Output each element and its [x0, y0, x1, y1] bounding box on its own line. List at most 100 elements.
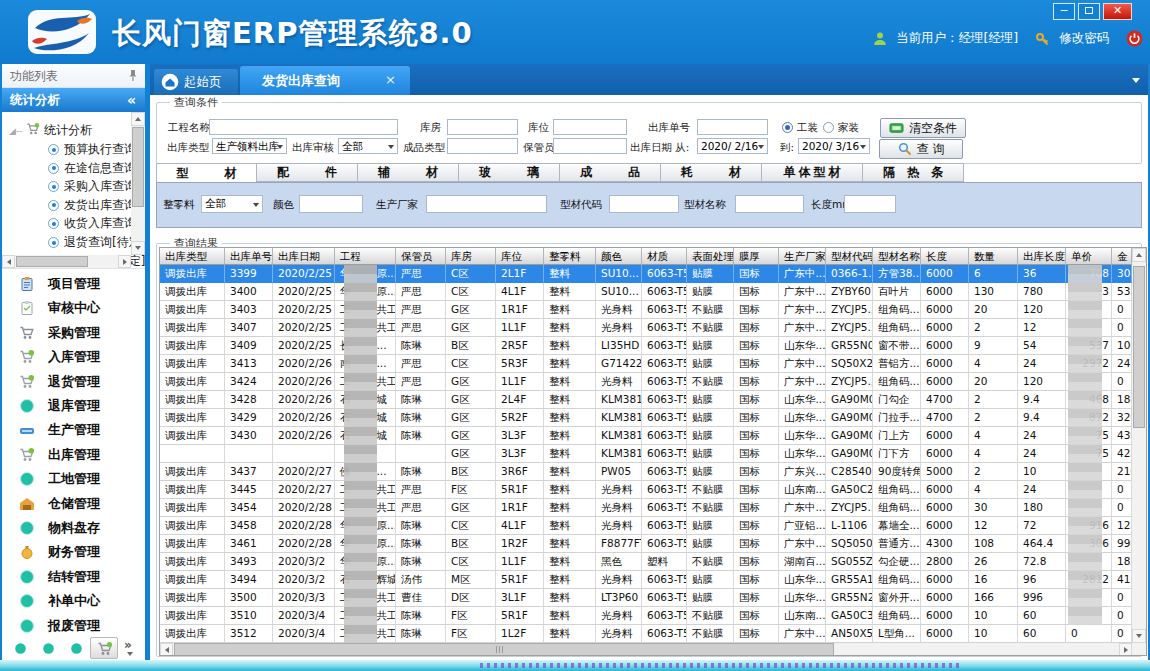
column-header[interactable]: 材质: [642, 248, 687, 265]
column-header[interactable]: 库房: [446, 248, 496, 265]
table-row[interactable]: 调拨出库34372020/2/27佛...陈琳B区3R6F整料PW056063-…: [160, 463, 1132, 481]
sidebar-item-10[interactable]: 仓储管理: [2, 492, 145, 516]
material-tab-2[interactable]: 配件: [257, 163, 358, 182]
sidebar-item-14[interactable]: 补单中心: [2, 589, 145, 613]
sidebar-item-5[interactable]: 退货管理: [2, 370, 145, 394]
material-tab-7[interactable]: 单体型材: [762, 163, 863, 182]
table-row[interactable]: 调拨出库34072020/2/25工共工程严思G区1L1F整料光身料6063-T…: [160, 319, 1132, 337]
name-input[interactable]: [735, 195, 804, 213]
search-button[interactable]: 查 询: [879, 139, 963, 159]
tree-item[interactable]: 预算执行查询: [48, 140, 136, 158]
sidebar-item-8[interactable]: 出库管理: [2, 443, 145, 467]
column-header[interactable]: 膜厚: [734, 248, 779, 265]
table-row[interactable]: 调拨出库34542020/2/28工共工程严思G区1R1F整料光身料6063-T…: [160, 499, 1132, 517]
table-row[interactable]: 调拨出库34932020/3/2华原...陈琳C区1L1F整料黑色塑料不贴膜国标…: [160, 553, 1132, 571]
table-row[interactable]: 调拨出库35002020/3/3工共工程曹佳D区3L1F整料LT3P606063…: [160, 589, 1132, 607]
sidebar-item-2[interactable]: 审核中心: [2, 296, 145, 320]
dot-icon[interactable]: [14, 642, 27, 655]
tab-list-dropdown-icon[interactable]: [1132, 78, 1140, 83]
sidebar-item-7[interactable]: 生产管理: [2, 418, 145, 442]
table-row[interactable]: 调拨出库35102020/3/4工共工程陈琳F区5R1F整料光身料6063-T5…: [160, 607, 1132, 625]
sidebar-group-header[interactable]: 统计分析«: [2, 88, 145, 112]
table-row[interactable]: 调拨出库33992020/2/25华原...严思C区2L1F整料SU10...6…: [160, 265, 1132, 283]
column-header[interactable]: 数量: [969, 248, 1018, 265]
column-header[interactable]: 颜色: [596, 248, 642, 265]
column-header[interactable]: 出库日期: [273, 248, 335, 265]
material-tab-5[interactable]: 成品: [560, 163, 661, 182]
change-password-link[interactable]: 修改密码: [1059, 30, 1109, 45]
pin-icon[interactable]: [127, 69, 139, 82]
mfr-input[interactable]: [426, 195, 547, 213]
table-row[interactable]: 调拨出库34612020/2/28华原...陈琳B区1R2F整料F8877FT6…: [160, 535, 1132, 553]
material-tab-4[interactable]: 玻璃: [459, 163, 560, 182]
column-header[interactable]: 表面处理: [687, 248, 734, 265]
table-row[interactable]: 调拨出库34132020/2/26南...严思C区5R3F整料G71422606…: [160, 355, 1132, 373]
tree-vscrollbar[interactable]: [131, 112, 145, 255]
whole-combo[interactable]: 全部: [201, 195, 263, 213]
maximize-button[interactable]: [1078, 3, 1100, 20]
table-row[interactable]: 调拨出库34092020/2/25长...陈琳B区2R5F整料LI35HD606…: [160, 337, 1132, 355]
radio-jiazhuang[interactable]: [823, 122, 834, 133]
code-input[interactable]: [609, 195, 679, 213]
tab-active[interactable]: 发货出库查询 ×: [240, 66, 410, 95]
sidebar-item-3[interactable]: 采购管理: [2, 321, 145, 345]
dot-icon[interactable]: [42, 642, 55, 655]
column-header[interactable]: 出库单号: [225, 248, 273, 265]
splitter[interactable]: [145, 64, 150, 660]
radio-jiazhuang-label[interactable]: 家装: [838, 119, 859, 135]
date-to-picker[interactable]: 2020/ 3/16: [798, 138, 870, 154]
table-row[interactable]: 调拨出库34292020/2/26石城陈琳G区5R2F整料KLM38176063…: [160, 409, 1132, 427]
column-header[interactable]: 生产厂家: [779, 248, 826, 265]
room-input[interactable]: [447, 119, 518, 135]
tree-item[interactable]: 收货入库查询: [48, 214, 136, 232]
cart-button[interactable]: [90, 637, 118, 659]
length-input[interactable]: [844, 195, 896, 213]
grid-vscrollbar[interactable]: [1132, 248, 1146, 643]
column-header[interactable]: 库位: [496, 248, 544, 265]
column-header[interactable]: 出库类型: [160, 248, 225, 265]
table-row[interactable]: 调拨出库34242020/2/26工共工程严思G区1L1F整料光身料6063-T…: [160, 373, 1132, 391]
product-type-input[interactable]: [447, 138, 518, 154]
column-header[interactable]: 保管员: [396, 248, 446, 265]
table-row[interactable]: 调拨出库34282020/2/26石城陈琳G区2L4F整料KLM38176063…: [160, 391, 1132, 409]
sidebar-item-13[interactable]: 结转管理: [2, 565, 145, 589]
table-row[interactable]: 调拨出库34582020/2/28华原...陈琳C区4L1F整料光身料6063-…: [160, 517, 1132, 535]
column-header[interactable]: 单价: [1066, 248, 1112, 265]
project-name-input[interactable]: [209, 119, 398, 135]
material-tab-1[interactable]: 型材: [156, 163, 257, 183]
sidebar-item-1[interactable]: 项目管理: [2, 272, 145, 296]
table-row[interactable]: 调拨出库35122020/3/4工共工程陈琳F区1L2F整料光身料6063-T5…: [160, 625, 1132, 643]
sidebar-item-6[interactable]: 退库管理: [2, 394, 145, 418]
date-from-picker[interactable]: 2020/ 2/16: [697, 138, 768, 154]
order-no-input[interactable]: [697, 119, 768, 135]
column-header[interactable]: 长度: [921, 248, 969, 265]
material-tab-8[interactable]: 隔热条: [863, 163, 964, 182]
sidebar-item-12[interactable]: 财务管理: [2, 540, 145, 564]
material-tab-6[interactable]: 耗材: [661, 163, 762, 182]
table-row[interactable]: 调拨出库34302020/2/26石城陈琳G区3L3F整料KLM38176063…: [160, 427, 1132, 445]
tree-hscrollbar[interactable]: [2, 255, 131, 268]
column-header[interactable]: 工程: [335, 248, 396, 265]
tree-root[interactable]: ◢-- 统计分析: [9, 121, 92, 139]
table-row[interactable]: 调拨出库34002020/2/25华原...严思C区4L1F整料SU10...6…: [160, 283, 1132, 301]
table-row[interactable]: G区3L3F整料KLM38176063-T5贴膜国标山东华...GA90M09.…: [160, 445, 1132, 463]
overflow-chevron[interactable]: »: [124, 638, 132, 652]
sidebar-item-11[interactable]: 物料盘存: [2, 516, 145, 540]
tree-item[interactable]: 采购入库查询: [48, 177, 136, 195]
column-header[interactable]: 型材代码: [826, 248, 873, 265]
table-row[interactable]: 调拨出库34032020/2/25工共工程严思G区1R1F整料光身料6063-T…: [160, 301, 1132, 319]
column-header[interactable]: 型材名称: [873, 248, 921, 265]
column-header[interactable]: 金: [1112, 248, 1132, 265]
overflow-down-icon[interactable]: [127, 652, 133, 656]
column-header[interactable]: 整零料: [544, 248, 596, 265]
material-tab-3[interactable]: 辅材: [358, 163, 459, 182]
radio-gongzhuang-label[interactable]: 工装: [797, 119, 818, 135]
tree-item[interactable]: 发货出库查询: [48, 196, 136, 214]
dot-icon[interactable]: [70, 642, 83, 655]
sidebar-item-15[interactable]: 报废管理: [2, 614, 145, 638]
loc-input[interactable]: [553, 119, 627, 135]
grid-hscrollbar[interactable]: [160, 643, 1132, 656]
column-header[interactable]: 出库长度: [1018, 248, 1066, 265]
collapse-icon[interactable]: «: [127, 88, 136, 112]
minimize-button[interactable]: ─: [1053, 3, 1075, 20]
